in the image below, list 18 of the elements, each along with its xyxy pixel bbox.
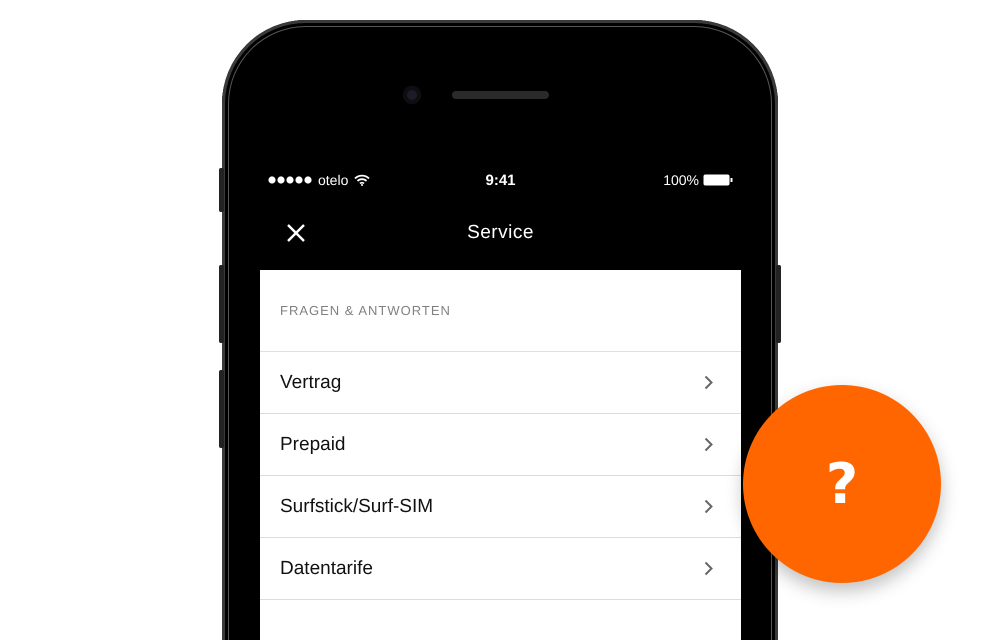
- list-item[interactable]: Surfstick/Surf-SIM: [260, 476, 741, 538]
- clock-time: 9:41: [485, 172, 516, 188]
- chevron-right-icon: [704, 499, 713, 514]
- battery-icon: [703, 174, 733, 186]
- chevron-right-icon: [704, 375, 713, 390]
- battery-percent: 100%: [663, 172, 699, 188]
- signal-dots-icon: [268, 176, 312, 184]
- chevron-right-icon: [704, 437, 713, 452]
- chevron-right-icon: [704, 561, 713, 576]
- list-item[interactable]: Vertrag: [260, 352, 741, 414]
- list-item[interactable]: Prepaid: [260, 414, 741, 476]
- screen-title: Service: [466, 222, 535, 244]
- section-heading: FRAGEN & ANTWORTEN: [260, 270, 741, 352]
- list-item[interactable]: Datentarife: [260, 538, 741, 600]
- wifi-icon: [354, 174, 370, 186]
- camera-lens: [403, 86, 421, 104]
- carrier-name: otelo: [318, 172, 348, 188]
- close-button[interactable]: [286, 222, 306, 242]
